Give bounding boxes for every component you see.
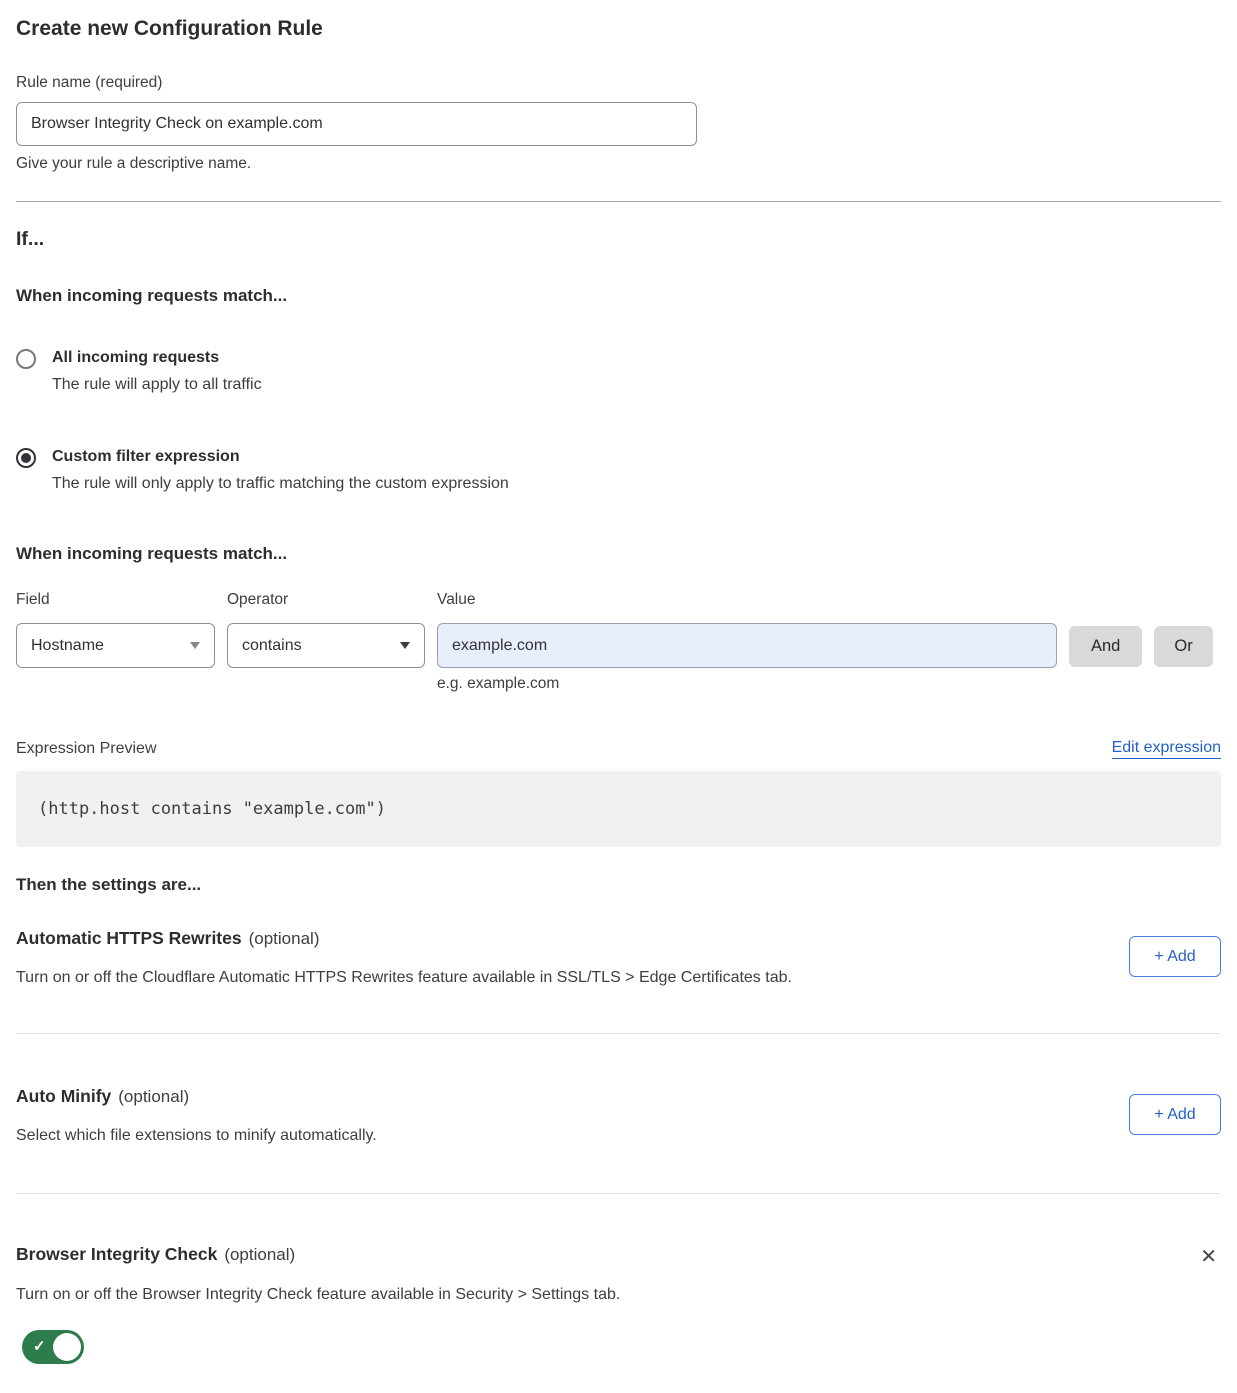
operator-label: Operator <box>227 591 425 609</box>
setting-description: Turn on or off the Cloudflare Automatic … <box>16 968 792 988</box>
browser-integrity-toggle[interactable]: ✓ <box>22 1330 84 1364</box>
create-configuration-rule-form: Create new Configuration Rule Rule name … <box>0 16 1237 1364</box>
radio-description: The rule will apply to all traffic <box>52 375 262 395</box>
expression-builder-heading: When incoming requests match... <box>16 543 1221 564</box>
radio-button-all-incoming[interactable] <box>16 349 36 369</box>
or-button[interactable]: Or <box>1154 626 1212 667</box>
divider <box>16 1033 1221 1034</box>
setting-title: Automatic HTTPS Rewrites <box>16 928 242 949</box>
setting-title: Auto Minify <box>16 1086 111 1107</box>
rule-name-helper: Give your rule a descriptive name. <box>16 155 1221 173</box>
setting-optional-tag: (optional) <box>224 1245 295 1265</box>
expression-preview-code: (http.host contains "example.com") <box>16 771 1221 847</box>
toggle-knob <box>53 1333 81 1361</box>
setting-header-row: Browser Integrity Check (optional) ✕ <box>16 1244 1221 1266</box>
rule-name-label: Rule name (required) <box>16 74 1221 92</box>
value-column: Value e.g. example.com <box>437 591 1057 693</box>
operator-select-value: contains <box>242 637 302 655</box>
setting-automatic-https-rewrites: Automatic HTTPS Rewrites (optional) Turn… <box>16 928 1221 988</box>
field-select[interactable]: Hostname <box>16 623 215 668</box>
page-title: Create new Configuration Rule <box>16 16 1221 42</box>
operator-column: Operator contains <box>227 591 425 668</box>
add-auto-minify-button[interactable]: + Add <box>1129 1094 1221 1135</box>
radio-option-custom-filter-expression[interactable]: Custom filter expression The rule will o… <box>16 447 1221 494</box>
chevron-down-icon <box>190 642 200 649</box>
radio-option-text: Custom filter expression The rule will o… <box>52 447 509 494</box>
edit-expression-link[interactable]: Edit expression <box>1112 738 1221 759</box>
setting-text: Automatic HTTPS Rewrites (optional) Turn… <box>16 928 792 988</box>
setting-text: Auto Minify (optional) Select which file… <box>16 1086 377 1146</box>
check-icon: ✓ <box>33 1337 46 1355</box>
expression-preview-header: Expression Preview Edit expression <box>16 738 1221 759</box>
if-heading: If... <box>16 227 1221 251</box>
add-automatic-https-rewrites-button[interactable]: + Add <box>1129 936 1221 977</box>
radio-label: Custom filter expression <box>52 447 509 467</box>
radio-description: The rule will only apply to traffic matc… <box>52 474 509 494</box>
and-button[interactable]: And <box>1069 626 1142 667</box>
field-select-value: Hostname <box>31 637 104 655</box>
setting-optional-tag: (optional) <box>118 1087 189 1107</box>
setting-description: Select which file extensions to minify a… <box>16 1126 377 1146</box>
value-helper: e.g. example.com <box>437 675 1057 693</box>
close-icon[interactable]: ✕ <box>1196 1246 1221 1266</box>
match-heading: When incoming requests match... <box>16 285 1221 306</box>
radio-button-custom-filter[interactable] <box>16 448 36 468</box>
rule-name-input[interactable] <box>16 102 697 146</box>
divider <box>16 201 1221 202</box>
radio-option-all-incoming-requests[interactable]: All incoming requests The rule will appl… <box>16 348 1221 395</box>
setting-title-row: Automatic HTTPS Rewrites (optional) <box>16 928 792 949</box>
settings-heading: Then the settings are... <box>16 874 1221 895</box>
expression-preview-label: Expression Preview <box>16 739 157 759</box>
setting-description: Turn on or off the Browser Integrity Che… <box>16 1285 1221 1305</box>
radio-label: All incoming requests <box>52 348 262 368</box>
field-column: Field Hostname <box>16 591 215 668</box>
field-label: Field <box>16 591 215 609</box>
and-or-buttons: And Or <box>1069 626 1213 667</box>
expression-builder-row: Field Hostname Operator contains Value e… <box>16 591 1221 693</box>
setting-auto-minify: Auto Minify (optional) Select which file… <box>16 1086 1221 1146</box>
divider <box>16 1193 1221 1194</box>
setting-browser-integrity-check: Browser Integrity Check (optional) ✕ Tur… <box>16 1244 1221 1364</box>
setting-optional-tag: (optional) <box>249 929 320 949</box>
setting-title-row: Auto Minify (optional) <box>16 1086 377 1107</box>
setting-title-row: Browser Integrity Check (optional) <box>16 1244 295 1265</box>
value-input[interactable] <box>437 623 1057 668</box>
value-label: Value <box>437 591 1057 609</box>
radio-option-text: All incoming requests The rule will appl… <box>52 348 262 395</box>
operator-select[interactable]: contains <box>227 623 425 668</box>
chevron-down-icon <box>400 642 410 649</box>
setting-title: Browser Integrity Check <box>16 1244 217 1265</box>
